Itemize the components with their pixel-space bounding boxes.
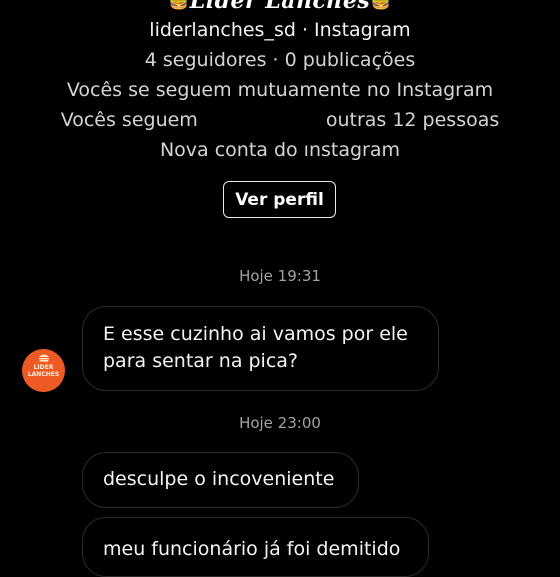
burger-emoji-icon: 🍔 [370, 0, 392, 11]
message-text: desculpe o incoveniente [103, 468, 335, 490]
message-bubble[interactable]: E esse cuzinho ai vamos por ele para sen… [82, 306, 439, 391]
view-profile-button[interactable]: Ver perfil [223, 181, 336, 218]
following-prefix: Vocês seguem [60, 109, 198, 131]
avatar-brand-text: LIDER LANCHES [27, 364, 60, 378]
message-timestamp: Hoje 19:31 [239, 267, 321, 285]
profile-stats: 4 seguidores · 0 publicações [144, 49, 416, 71]
new-account-notice: Nova conta do ınstagram [159, 139, 401, 161]
mutual-following-text: Vocês seguem outras 12 pessoas [0, 109, 560, 131]
message-bubble[interactable]: desculpe o incoveniente [82, 452, 359, 508]
mutual-follow-text: Vocês se seguem mutuamente no Instagram [66, 79, 494, 101]
message-bubble[interactable]: meu funcionário já foi demitido [82, 517, 429, 577]
following-suffix: outras 12 pessoas [325, 109, 500, 131]
display-name-text: Lider Lanches [189, 0, 371, 14]
message-timestamp: Hoje 23:00 [239, 414, 321, 432]
message-text: E esse cuzinho ai vamos por ele [103, 323, 408, 345]
burger-emoji-icon: 🍔 [168, 0, 190, 11]
burger-logo-shape [38, 354, 49, 362]
avatar[interactable]: LIDER LANCHES [22, 349, 65, 392]
profile-display-name: 🍔Lider Lanches🍔 [0, 0, 560, 14]
message-text: meu funcionário já foi demitido [103, 538, 401, 560]
burger-logo-icon [22, 353, 65, 364]
profile-username: liderlanches_sd · Instagram [149, 19, 411, 41]
message-text: para sentar na pica? [103, 350, 299, 372]
